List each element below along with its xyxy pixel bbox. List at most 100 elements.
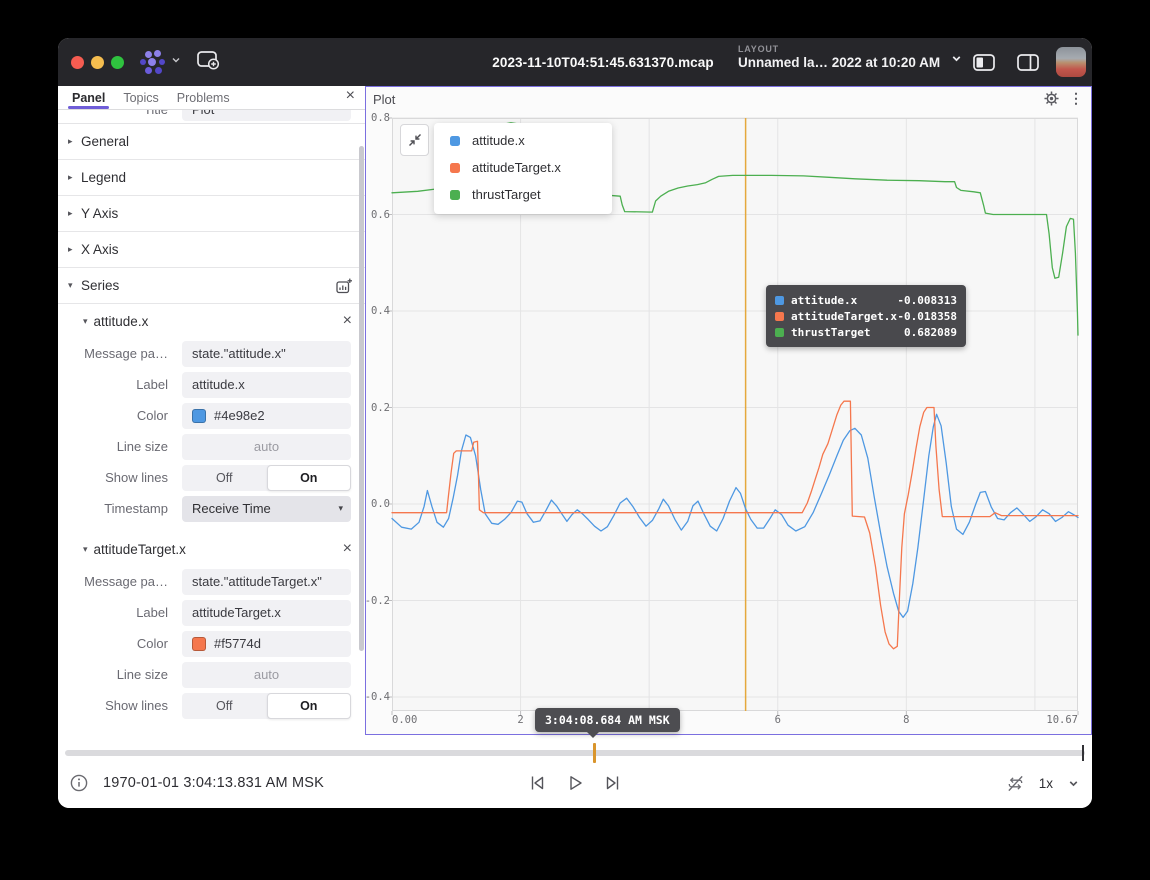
series-line-attitude.x	[392, 414, 1078, 617]
series-color-swatch	[775, 312, 784, 321]
traffic-lights	[71, 56, 124, 69]
series-header-attitude-target-x[interactable]: ▾ attitudeTarget.x ×	[58, 532, 365, 566]
tooltip-row: thrustTarget 0.682089	[775, 324, 957, 340]
legend-item-attitude-x[interactable]: attitude.x	[434, 127, 612, 154]
tooltip-arrow	[587, 732, 599, 738]
panel-title-input[interactable]: Plot	[182, 110, 351, 121]
caret-right-icon: ▸	[68, 208, 78, 219]
plot-panel: Plot	[365, 86, 1092, 735]
section-general[interactable]: ▸ General	[58, 124, 365, 160]
show-lines-on-button[interactable]: On	[267, 693, 352, 719]
label-input[interactable]: attitude.x	[182, 372, 351, 398]
section-x-axis[interactable]: ▸ X Axis	[58, 232, 365, 268]
avatar[interactable]	[1056, 47, 1086, 77]
field-row-line-size: Line size auto	[58, 659, 365, 690]
tab-topics[interactable]: Topics	[119, 86, 162, 109]
y-tick-label: 0.6	[371, 209, 390, 221]
info-icon[interactable]	[70, 774, 88, 792]
label-input[interactable]: attitudeTarget.x	[182, 600, 351, 626]
play-button[interactable]	[566, 774, 584, 792]
x-tick-label: 6	[775, 714, 781, 726]
x-tick-label: 2	[517, 714, 523, 726]
message-path-input[interactable]: state."attitudeTarget.x"	[182, 569, 351, 595]
playback-playhead[interactable]	[593, 743, 596, 763]
close-icon[interactable]: ×	[346, 88, 355, 104]
field-row-label: Label attitude.x	[58, 369, 365, 400]
color-swatch[interactable]	[192, 409, 206, 423]
tab-panel[interactable]: Panel	[68, 86, 109, 109]
message-path-input[interactable]: state."attitude.x"	[182, 341, 351, 367]
remove-series-icon[interactable]: ×	[343, 313, 352, 329]
window-title: 2023-11-10T04:51:45.631370.mcap	[438, 55, 768, 70]
panel-title: Plot	[373, 92, 395, 107]
line-size-input[interactable]: auto	[182, 662, 351, 688]
legend-item-attitude-target-x[interactable]: attitudeTarget.x	[434, 154, 612, 181]
seek-backward-button[interactable]	[528, 774, 546, 792]
series-color-swatch	[775, 328, 784, 337]
y-tick-label: 0.4	[371, 305, 390, 317]
field-label: Title	[58, 110, 176, 117]
color-input[interactable]: #f5774d	[182, 631, 351, 657]
add-series-icon[interactable]	[336, 278, 353, 294]
sidebar-scrollbar[interactable]	[359, 146, 364, 651]
panel-actions: ⋮	[1044, 90, 1083, 107]
logo-chevron-down-icon[interactable]	[170, 53, 182, 71]
layout-switcher[interactable]: LAYOUT Unnamed la… 2022 at 10:20 AM	[738, 44, 963, 70]
section-legend[interactable]: ▸ Legend	[58, 160, 365, 196]
plot-legend: attitude.x attitudeTarget.x thrustTarget	[434, 123, 612, 214]
show-lines-off-button[interactable]: Off	[182, 693, 267, 719]
field-row-color: Color #f5774d	[58, 628, 365, 659]
right-sidebar-toggle[interactable]	[1014, 51, 1042, 73]
caret-down-icon: ▾	[83, 544, 88, 555]
color-swatch[interactable]	[192, 637, 206, 651]
playback-scrubber[interactable]	[65, 750, 1085, 756]
seek-forward-button[interactable]	[604, 774, 622, 792]
show-lines-off-button[interactable]: Off	[182, 465, 267, 491]
add-panel-icon[interactable]	[196, 49, 220, 76]
series-color-swatch	[450, 190, 460, 200]
field-row-message-path: Message pa… state."attitudeTarget.x"	[58, 566, 365, 597]
close-window-button[interactable]	[71, 56, 84, 69]
y-tick-label: -0.2	[365, 595, 390, 607]
series-line-attitudeTarget.x	[392, 401, 1078, 649]
color-input[interactable]: #4e98e2	[182, 403, 351, 429]
y-axis-labels: 0.80.60.40.20.0-0.2-0.4	[366, 87, 390, 734]
chart-values-tooltip: attitude.x -0.008313 attitudeTarget.x -0…	[766, 285, 966, 347]
tooltip-value: 0.682089	[904, 326, 957, 339]
show-lines-toggle: Off On	[182, 693, 351, 719]
x-tick-label: 10.67	[1046, 714, 1078, 726]
chevron-down-icon: ▾	[338, 503, 343, 514]
timestamp-select[interactable]: Receive Time ▾	[182, 496, 351, 522]
legend-collapse-button[interactable]	[400, 124, 429, 156]
section-y-axis[interactable]: ▸ Y Axis	[58, 196, 365, 232]
titlebar: 2023-11-10T04:51:45.631370.mcap LAYOUT U…	[58, 38, 1092, 86]
minimize-window-button[interactable]	[91, 56, 104, 69]
foxglove-logo-icon	[140, 50, 167, 74]
section-series[interactable]: ▾ Series	[58, 268, 365, 304]
legend-item-thrust-target[interactable]: thrustTarget	[434, 181, 612, 208]
kebab-menu-icon[interactable]: ⋮	[1069, 90, 1083, 107]
field-row-line-size: Line size auto	[58, 431, 365, 462]
x-tick-label: 0.00	[392, 714, 417, 726]
field-row-timestamp: Timestamp Receive Time ▾	[58, 493, 365, 524]
tooltip-row: attitude.x -0.008313	[775, 292, 957, 308]
x-axis-labels: 0.00246810.67	[366, 714, 1091, 734]
loop-off-icon[interactable]	[1006, 774, 1025, 793]
sidebar-tabbar: Panel Topics Problems ×	[58, 86, 365, 110]
tab-problems[interactable]: Problems	[173, 86, 234, 109]
show-lines-on-button[interactable]: On	[267, 465, 352, 491]
playback-speed[interactable]: 1x	[1039, 776, 1053, 791]
layout-eyebrow: LAYOUT	[738, 44, 940, 54]
line-size-input[interactable]: auto	[182, 434, 351, 460]
left-sidebar-toggle[interactable]	[970, 51, 998, 73]
series-color-swatch	[775, 296, 784, 305]
speed-chevron-down-icon[interactable]	[1067, 777, 1080, 790]
current-timestamp: 1970-01-01 3:04:13.831 AM MSK	[103, 775, 324, 791]
field-row-label: Label attitudeTarget.x	[58, 597, 365, 628]
remove-series-icon[interactable]: ×	[343, 541, 352, 557]
maximize-window-button[interactable]	[111, 56, 124, 69]
settings-gear-icon[interactable]	[1044, 91, 1059, 106]
layout-chevron-down-icon	[950, 52, 963, 70]
caret-down-icon: ▾	[83, 316, 88, 327]
series-header-attitude-x[interactable]: ▾ attitude.x ×	[58, 304, 365, 338]
